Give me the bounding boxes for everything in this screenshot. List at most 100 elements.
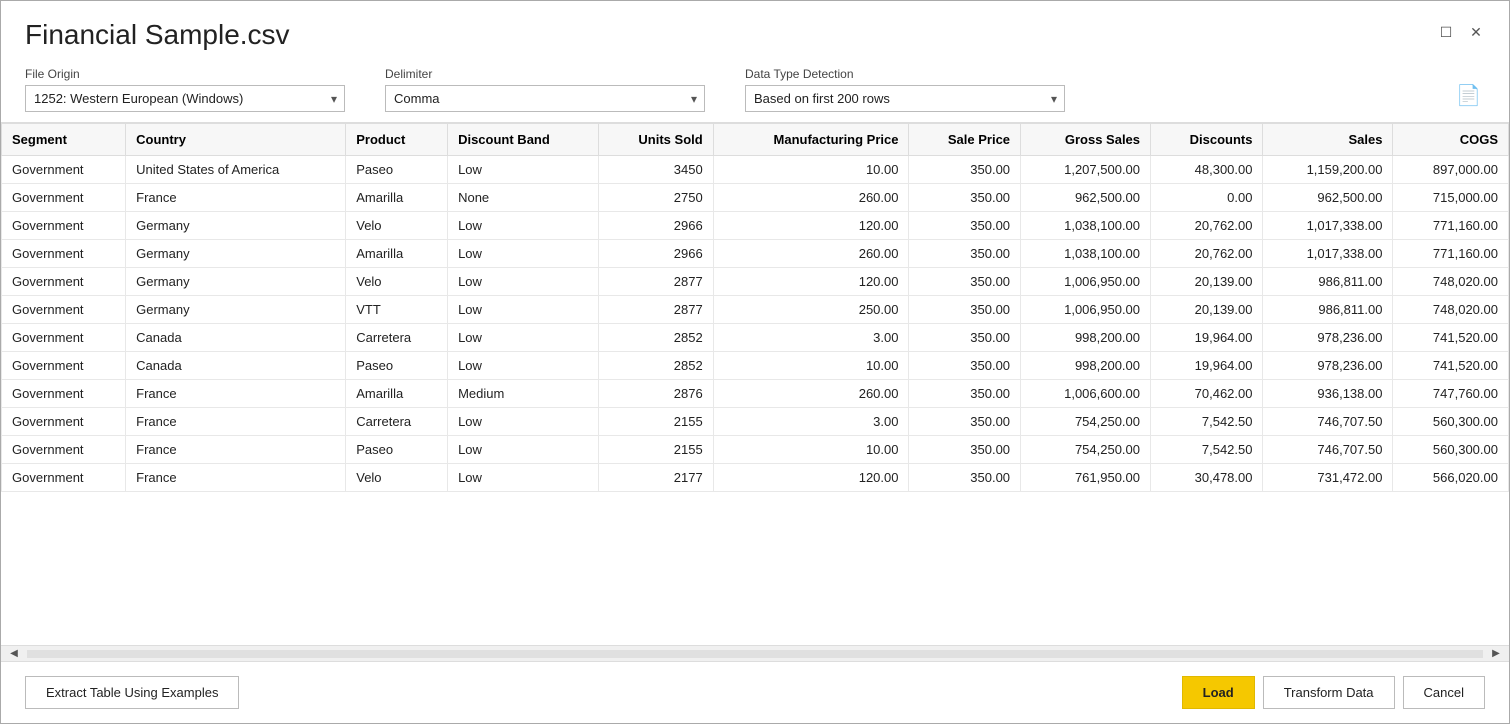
cell-9-units_sold: 2155 xyxy=(599,408,713,436)
cell-1-segment: Government xyxy=(2,184,126,212)
delimiter-select[interactable]: Comma xyxy=(385,85,705,112)
dialog: Financial Sample.csv ☐ ✕ File Origin 125… xyxy=(0,0,1510,724)
cell-7-sale_price: 350.00 xyxy=(909,352,1021,380)
cell-7-discounts: 19,964.00 xyxy=(1151,352,1263,380)
scroll-right-button[interactable]: ▶ xyxy=(1485,647,1507,661)
table-row: GovernmentGermanyVeloLow2966120.00350.00… xyxy=(2,212,1509,240)
cell-4-sale_price: 350.00 xyxy=(909,268,1021,296)
cell-10-discount_band: Low xyxy=(448,436,599,464)
cell-0-sale_price: 350.00 xyxy=(909,156,1021,184)
cell-9-discounts: 7,542.50 xyxy=(1151,408,1263,436)
cell-2-discounts: 20,762.00 xyxy=(1151,212,1263,240)
col-header-discount_band: Discount Band xyxy=(448,124,599,156)
cell-8-gross_sales: 1,006,600.00 xyxy=(1021,380,1151,408)
cell-5-segment: Government xyxy=(2,296,126,324)
cell-6-sales: 978,236.00 xyxy=(1263,324,1393,352)
cell-8-segment: Government xyxy=(2,380,126,408)
col-header-sales: Sales xyxy=(1263,124,1393,156)
table-row: GovernmentGermanyAmarillaLow2966260.0035… xyxy=(2,240,1509,268)
cell-11-units_sold: 2177 xyxy=(599,464,713,492)
cell-7-manufacturing_price: 10.00 xyxy=(713,352,909,380)
transform-data-button[interactable]: Transform Data xyxy=(1263,676,1395,709)
cell-0-sales: 1,159,200.00 xyxy=(1263,156,1393,184)
cell-11-discount_band: Low xyxy=(448,464,599,492)
cell-10-manufacturing_price: 10.00 xyxy=(713,436,909,464)
file-icon: 📄 xyxy=(1456,85,1481,107)
cell-7-units_sold: 2852 xyxy=(599,352,713,380)
cell-11-product: Velo xyxy=(346,464,448,492)
col-header-manufacturing_price: Manufacturing Price xyxy=(713,124,909,156)
file-origin-select[interactable]: 1252: Western European (Windows) xyxy=(25,85,345,112)
cell-11-cogs: 566,020.00 xyxy=(1393,464,1509,492)
cell-2-segment: Government xyxy=(2,212,126,240)
maximize-button[interactable]: ☐ xyxy=(1437,23,1455,41)
extract-table-button[interactable]: Extract Table Using Examples xyxy=(25,676,239,709)
controls-row: File Origin 1252: Western European (Wind… xyxy=(1,61,1509,122)
col-header-cogs: COGS xyxy=(1393,124,1509,156)
footer-right: Load Transform Data Cancel xyxy=(1182,676,1485,709)
title-bar: Financial Sample.csv ☐ ✕ xyxy=(1,1,1509,61)
cancel-button[interactable]: Cancel xyxy=(1403,676,1485,709)
data-type-select[interactable]: Based on first 200 rows xyxy=(745,85,1065,112)
cell-9-country: France xyxy=(126,408,346,436)
scroll-left-button[interactable]: ◀ xyxy=(3,647,25,661)
cell-2-discount_band: Low xyxy=(448,212,599,240)
cell-10-sales: 746,707.50 xyxy=(1263,436,1393,464)
cell-3-gross_sales: 1,038,100.00 xyxy=(1021,240,1151,268)
cell-10-segment: Government xyxy=(2,436,126,464)
cell-8-product: Amarilla xyxy=(346,380,448,408)
cell-2-product: Velo xyxy=(346,212,448,240)
cell-1-units_sold: 2750 xyxy=(599,184,713,212)
delimiter-label: Delimiter xyxy=(385,67,705,81)
cell-0-manufacturing_price: 10.00 xyxy=(713,156,909,184)
cell-0-discounts: 48,300.00 xyxy=(1151,156,1263,184)
cell-10-product: Paseo xyxy=(346,436,448,464)
table-row: GovernmentFrancePaseoLow215510.00350.007… xyxy=(2,436,1509,464)
cell-6-manufacturing_price: 3.00 xyxy=(713,324,909,352)
table-row: GovernmentCanadaCarreteraLow28523.00350.… xyxy=(2,324,1509,352)
horizontal-scrollbar[interactable]: ◀ ▶ xyxy=(1,645,1509,661)
cell-7-gross_sales: 998,200.00 xyxy=(1021,352,1151,380)
cell-2-cogs: 771,160.00 xyxy=(1393,212,1509,240)
cell-4-units_sold: 2877 xyxy=(599,268,713,296)
cell-2-units_sold: 2966 xyxy=(599,212,713,240)
cell-3-product: Amarilla xyxy=(346,240,448,268)
cell-7-sales: 978,236.00 xyxy=(1263,352,1393,380)
cell-11-manufacturing_price: 120.00 xyxy=(713,464,909,492)
col-header-units_sold: Units Sold xyxy=(599,124,713,156)
cell-1-discount_band: None xyxy=(448,184,599,212)
cell-1-product: Amarilla xyxy=(346,184,448,212)
cell-6-segment: Government xyxy=(2,324,126,352)
delimiter-group: Delimiter Comma xyxy=(385,67,705,112)
load-button[interactable]: Load xyxy=(1182,676,1255,709)
cell-9-segment: Government xyxy=(2,408,126,436)
table-row: GovernmentFranceAmarillaNone2750260.0035… xyxy=(2,184,1509,212)
cell-2-country: Germany xyxy=(126,212,346,240)
dialog-title: Financial Sample.csv xyxy=(25,19,290,51)
cell-9-sale_price: 350.00 xyxy=(909,408,1021,436)
close-button[interactable]: ✕ xyxy=(1467,23,1485,41)
cell-11-segment: Government xyxy=(2,464,126,492)
cell-0-cogs: 897,000.00 xyxy=(1393,156,1509,184)
file-icon-button[interactable]: 📄 xyxy=(1452,79,1485,112)
cell-8-discount_band: Medium xyxy=(448,380,599,408)
cell-9-product: Carretera xyxy=(346,408,448,436)
cell-6-sale_price: 350.00 xyxy=(909,324,1021,352)
cell-4-discounts: 20,139.00 xyxy=(1151,268,1263,296)
cell-9-sales: 746,707.50 xyxy=(1263,408,1393,436)
cell-8-discounts: 70,462.00 xyxy=(1151,380,1263,408)
cell-4-product: Velo xyxy=(346,268,448,296)
horizontal-scroll-track[interactable] xyxy=(27,650,1483,658)
cell-1-cogs: 715,000.00 xyxy=(1393,184,1509,212)
cell-7-cogs: 741,520.00 xyxy=(1393,352,1509,380)
cell-7-product: Paseo xyxy=(346,352,448,380)
cell-0-units_sold: 3450 xyxy=(599,156,713,184)
cell-5-country: Germany xyxy=(126,296,346,324)
table-scroll-area[interactable]: SegmentCountryProductDiscount BandUnits … xyxy=(1,123,1509,645)
file-origin-group: File Origin 1252: Western European (Wind… xyxy=(25,67,345,112)
footer-row: Extract Table Using Examples Load Transf… xyxy=(1,662,1509,723)
data-table: SegmentCountryProductDiscount BandUnits … xyxy=(1,123,1509,492)
window-controls: ☐ ✕ xyxy=(1437,23,1485,41)
cell-5-discounts: 20,139.00 xyxy=(1151,296,1263,324)
cell-10-sale_price: 350.00 xyxy=(909,436,1021,464)
